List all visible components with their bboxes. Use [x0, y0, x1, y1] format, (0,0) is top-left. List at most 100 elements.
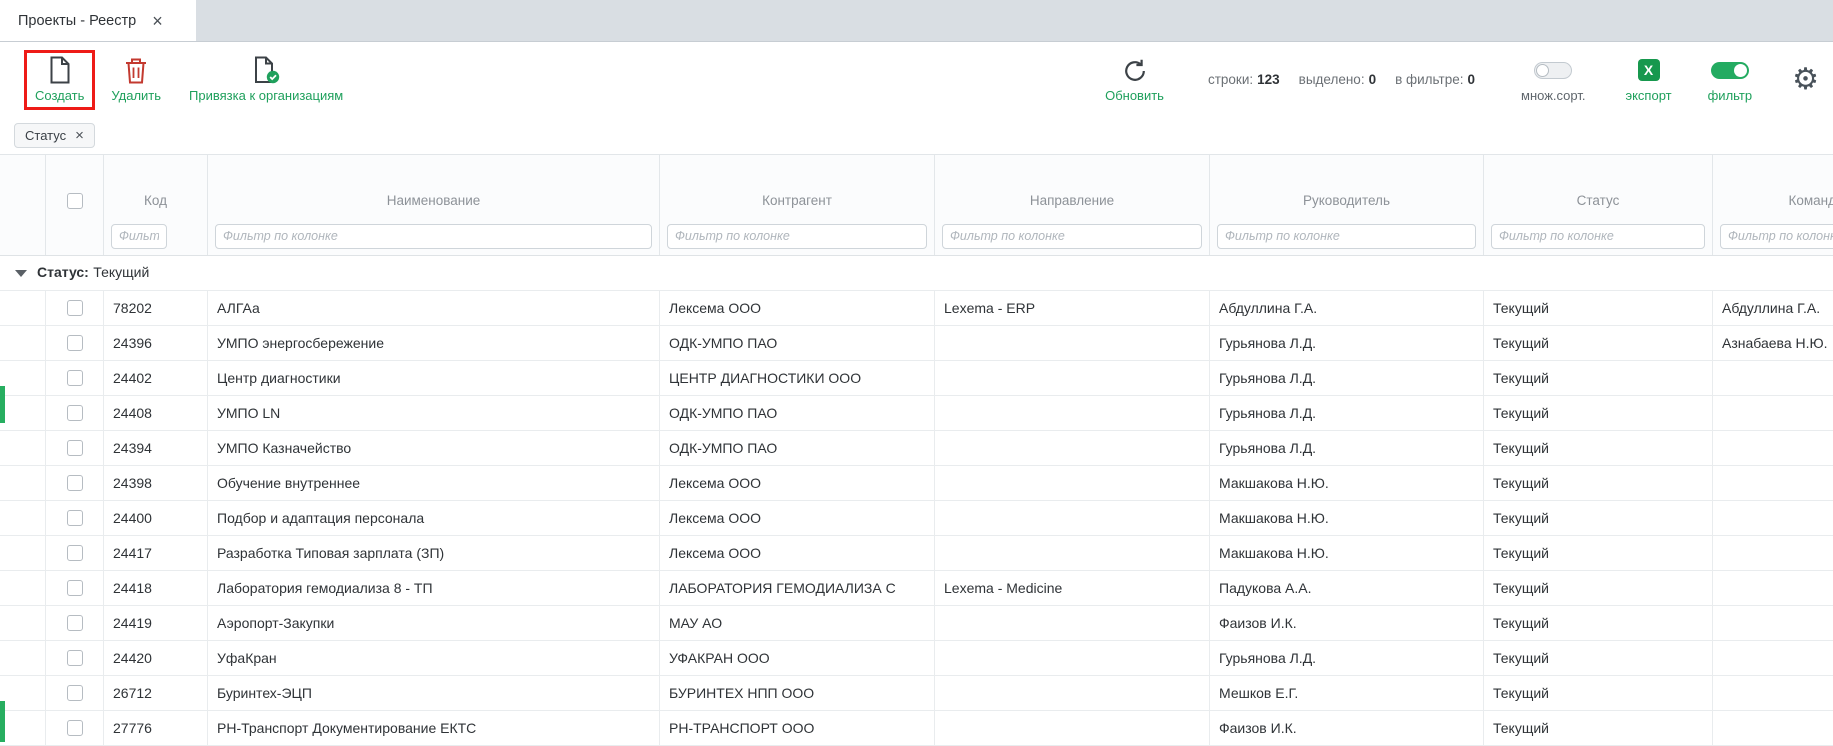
row-expand-cell [0, 641, 46, 675]
cell-counterparty: Лексема ООО [660, 291, 935, 325]
row-checkbox[interactable] [67, 545, 83, 561]
row-checkbox[interactable] [67, 650, 83, 666]
row-checkbox[interactable] [67, 475, 83, 491]
cell-code: 24420 [104, 641, 208, 675]
cell-name: РН-Транспорт Документирование ЕКТС [208, 711, 660, 745]
filter-input-code[interactable] [111, 224, 167, 249]
table-row[interactable]: 24418 Лаборатория гемодиализа 8 - ТП ЛАБ… [0, 571, 1833, 606]
cell-status: Текущий [1484, 571, 1713, 605]
row-check-cell [46, 676, 104, 710]
row-checkbox[interactable] [67, 370, 83, 386]
table-row[interactable]: 24420 УфаКран УФАКРАН ООО Гурьянова Л.Д.… [0, 641, 1833, 676]
table-row[interactable]: 24402 Центр диагностики ЦЕНТР ДИАГНОСТИК… [0, 361, 1833, 396]
cell-team [1713, 676, 1833, 710]
tab-projects-registry[interactable]: Проекты - Реестр × [0, 0, 196, 41]
cell-direction [935, 501, 1210, 535]
row-checkbox[interactable] [67, 335, 83, 351]
group-collapse-icon[interactable] [15, 270, 27, 277]
select-all-checkbox[interactable] [67, 193, 83, 209]
filter-chip-remove-icon[interactable]: × [75, 128, 84, 143]
cell-status: Текущий [1484, 676, 1713, 710]
column-header-counterparty[interactable]: Контрагент [660, 155, 935, 217]
cell-manager: Макшакова Н.Ю. [1210, 466, 1484, 500]
cell-counterparty: ЦЕНТР ДИАГНОСТИКИ ООО [660, 361, 935, 395]
row-check-cell [46, 536, 104, 570]
column-header-manager[interactable]: Руководитель [1210, 155, 1484, 217]
table-row[interactable]: 24400 Подбор и адаптация персонала Лексе… [0, 501, 1833, 536]
cell-direction [935, 641, 1210, 675]
cell-code: 24419 [104, 606, 208, 640]
active-filters-bar: Статус × [0, 117, 1833, 154]
row-checkbox[interactable] [67, 405, 83, 421]
table-row[interactable]: 24408 УМПО LN ОДК-УМПО ПАО Гурьянова Л.Д… [0, 396, 1833, 431]
link-organizations-button[interactable]: Привязка к организациям [189, 56, 343, 103]
table-row[interactable]: 24396 УМПО энергосбережение ОДК-УМПО ПАО… [0, 326, 1833, 361]
filter-input-direction[interactable] [942, 224, 1202, 249]
table-row[interactable]: 24417 Разработка Типовая зарплата (ЗП) Л… [0, 536, 1833, 571]
filter-input-manager[interactable] [1217, 224, 1476, 249]
settings-gear-icon[interactable]: ⚙ [1792, 65, 1819, 95]
projects-grid: Код Наименование Контрагент Направление … [0, 154, 1833, 746]
cell-counterparty: ОДК-УМПО ПАО [660, 326, 935, 360]
row-expand-cell [0, 676, 46, 710]
column-header-code[interactable]: Код [104, 155, 208, 217]
row-checkbox[interactable] [67, 580, 83, 596]
table-row[interactable]: 26712 Буринтех-ЭЦП БУРИНТЕХ НПП ООО Мешк… [0, 676, 1833, 711]
cell-team [1713, 641, 1833, 675]
filter-input-name[interactable] [215, 224, 652, 249]
row-checkbox[interactable] [67, 720, 83, 736]
filter-toggle-label: фильтр [1708, 88, 1752, 103]
multi-sort-toggle-icon[interactable] [1534, 62, 1572, 79]
filter-input-team[interactable] [1720, 224, 1833, 249]
group-label: Статус: [37, 264, 89, 280]
export-button[interactable]: X экспорт [1625, 56, 1671, 103]
stat-selected: выделено:0 [1299, 72, 1376, 87]
cell-counterparty: МАУ АО [660, 606, 935, 640]
table-row[interactable]: 78202 АЛГАа Лексема ООО Lexema - ERP Абд… [0, 291, 1833, 326]
filter-chip-status[interactable]: Статус × [14, 123, 95, 148]
cell-name: УМПО Казначейство [208, 431, 660, 465]
multi-sort-toggle[interactable]: множ.сорт. [1521, 56, 1585, 103]
cell-code: 24400 [104, 501, 208, 535]
row-check-cell [46, 396, 104, 430]
row-check-cell [46, 501, 104, 535]
row-checkbox[interactable] [67, 615, 83, 631]
row-checkbox[interactable] [67, 685, 83, 701]
stat-filtered-label: в фильтре: [1395, 72, 1463, 87]
create-button[interactable]: Создать [35, 56, 84, 103]
table-row[interactable]: 27776 РН-Транспорт Документирование ЕКТС… [0, 711, 1833, 746]
table-row[interactable]: 24398 Обучение внутреннее Лексема ООО Ма… [0, 466, 1833, 501]
filter-toggle[interactable]: фильтр [1708, 56, 1752, 103]
row-check-cell [46, 291, 104, 325]
cell-direction [935, 361, 1210, 395]
filter-input-counterparty[interactable] [667, 224, 927, 249]
cell-direction [935, 326, 1210, 360]
header-check-cell [46, 155, 104, 217]
export-button-label: экспорт [1625, 88, 1671, 103]
cell-manager: Падукова А.А. [1210, 571, 1484, 605]
tab-close-icon[interactable]: × [152, 12, 163, 30]
filter-toggle-icon[interactable] [1711, 62, 1749, 79]
column-header-name[interactable]: Наименование [208, 155, 660, 217]
row-checkbox[interactable] [67, 440, 83, 456]
group-row-status-current[interactable]: Статус: Текущий [0, 256, 1833, 291]
cell-code: 24408 [104, 396, 208, 430]
column-header-status[interactable]: Статус [1484, 155, 1713, 217]
cell-manager: Гурьянова Л.Д. [1210, 431, 1484, 465]
row-checkbox[interactable] [67, 510, 83, 526]
annotation-highlight-box: Создать [24, 50, 95, 110]
column-header-direction[interactable]: Направление [935, 155, 1210, 217]
cell-status: Текущий [1484, 291, 1713, 325]
row-checkbox[interactable] [67, 300, 83, 316]
cell-name: Центр диагностики [208, 361, 660, 395]
cell-name: Подбор и адаптация персонала [208, 501, 660, 535]
column-header-team[interactable]: Команда [1713, 155, 1833, 217]
refresh-button[interactable]: Обновить [1105, 56, 1164, 103]
cell-code: 27776 [104, 711, 208, 745]
filter-input-status[interactable] [1491, 224, 1705, 249]
delete-button[interactable]: Удалить [111, 56, 161, 103]
cell-counterparty: Лексема ООО [660, 466, 935, 500]
table-row[interactable]: 24394 УМПО Казначейство ОДК-УМПО ПАО Гур… [0, 431, 1833, 466]
table-row[interactable]: 24419 Аэропорт-Закупки МАУ АО Фаизов И.К… [0, 606, 1833, 641]
excel-export-icon: X [1638, 59, 1660, 81]
